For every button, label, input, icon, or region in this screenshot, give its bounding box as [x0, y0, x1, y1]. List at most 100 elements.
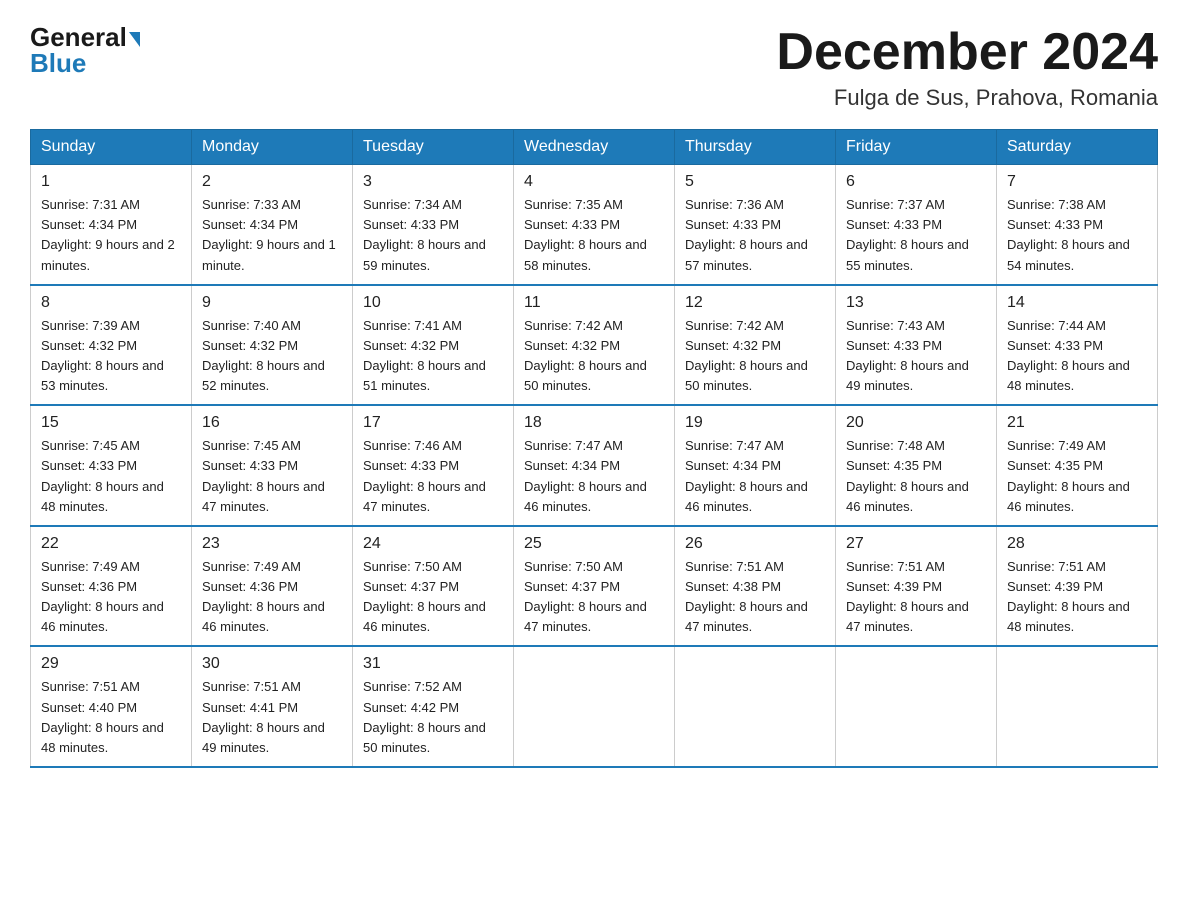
day-info: Sunrise: 7:37 AMSunset: 4:33 PMDaylight:…: [846, 195, 986, 276]
week-row-1: 1 Sunrise: 7:31 AMSunset: 4:34 PMDaylight…: [31, 165, 1158, 285]
calendar-cell: 21 Sunrise: 7:49 AMSunset: 4:35 PMDayligh…: [997, 405, 1158, 526]
day-info: Sunrise: 7:46 AMSunset: 4:33 PMDaylight:…: [363, 436, 503, 517]
calendar-cell: 11 Sunrise: 7:42 AMSunset: 4:32 PMDayligh…: [514, 285, 675, 406]
header-wednesday: Wednesday: [514, 130, 675, 165]
day-info: Sunrise: 7:51 AMSunset: 4:39 PMDaylight:…: [846, 557, 986, 638]
day-number: 5: [685, 173, 825, 191]
day-number: 25: [524, 535, 664, 553]
day-number: 14: [1007, 294, 1147, 312]
calendar-cell: [514, 646, 675, 767]
week-row-2: 8 Sunrise: 7:39 AMSunset: 4:32 PMDaylight…: [31, 285, 1158, 406]
week-row-3: 15 Sunrise: 7:45 AMSunset: 4:33 PMDayligh…: [31, 405, 1158, 526]
header-saturday: Saturday: [997, 130, 1158, 165]
day-number: 26: [685, 535, 825, 553]
calendar-cell: 27 Sunrise: 7:51 AMSunset: 4:39 PMDayligh…: [836, 526, 997, 647]
day-number: 24: [363, 535, 503, 553]
calendar-cell: 30Sunrise: 7:51 AMSunset: 4:41 PMDayligh…: [192, 646, 353, 767]
day-info: Sunrise: 7:51 AMSunset: 4:38 PMDaylight:…: [685, 557, 825, 638]
calendar-cell: 31Sunrise: 7:52 AMSunset: 4:42 PMDayligh…: [353, 646, 514, 767]
calendar-cell: 5 Sunrise: 7:36 AMSunset: 4:33 PMDaylight…: [675, 165, 836, 285]
calendar-cell: 16 Sunrise: 7:45 AMSunset: 4:33 PMDayligh…: [192, 405, 353, 526]
day-info: Sunrise: 7:47 AMSunset: 4:34 PMDaylight:…: [524, 436, 664, 517]
calendar-cell: 24 Sunrise: 7:50 AMSunset: 4:37 PMDayligh…: [353, 526, 514, 647]
calendar-cell: 12Sunrise: 7:42 AMSunset: 4:32 PMDayligh…: [675, 285, 836, 406]
day-info: Sunrise: 7:35 AMSunset: 4:33 PMDaylight:…: [524, 195, 664, 276]
logo-arrow-icon: [129, 32, 140, 47]
day-number: 21: [1007, 414, 1147, 432]
calendar-cell: 20Sunrise: 7:48 AMSunset: 4:35 PMDayligh…: [836, 405, 997, 526]
day-info: Sunrise: 7:38 AMSunset: 4:33 PMDaylight:…: [1007, 195, 1147, 276]
calendar-cell: 14 Sunrise: 7:44 AMSunset: 4:33 PMDayligh…: [997, 285, 1158, 406]
calendar-cell: 23 Sunrise: 7:49 AMSunset: 4:36 PMDayligh…: [192, 526, 353, 647]
day-number: 9: [202, 294, 342, 312]
calendar-subtitle: Fulga de Sus, Prahova, Romania: [776, 85, 1158, 111]
day-info: Sunrise: 7:50 AMSunset: 4:37 PMDaylight:…: [363, 557, 503, 638]
calendar-cell: [836, 646, 997, 767]
logo-blue-text: Blue: [30, 50, 86, 76]
day-number: 13: [846, 294, 986, 312]
calendar-cell: 6 Sunrise: 7:37 AMSunset: 4:33 PMDaylight…: [836, 165, 997, 285]
day-info: Sunrise: 7:45 AMSunset: 4:33 PMDaylight:…: [202, 436, 342, 517]
calendar-cell: 8 Sunrise: 7:39 AMSunset: 4:32 PMDaylight…: [31, 285, 192, 406]
logo-text: General: [30, 24, 140, 50]
logo: General Blue: [30, 24, 140, 76]
week-row-5: 29Sunrise: 7:51 AMSunset: 4:40 PMDayligh…: [31, 646, 1158, 767]
day-number: 1: [41, 173, 181, 191]
day-info: Sunrise: 7:51 AMSunset: 4:41 PMDaylight:…: [202, 677, 342, 758]
day-info: Sunrise: 7:45 AMSunset: 4:33 PMDaylight:…: [41, 436, 181, 517]
day-info: Sunrise: 7:31 AMSunset: 4:34 PMDaylight:…: [41, 195, 181, 276]
calendar-cell: [675, 646, 836, 767]
day-number: 27: [846, 535, 986, 553]
day-number: 12: [685, 294, 825, 312]
calendar-cell: 15 Sunrise: 7:45 AMSunset: 4:33 PMDayligh…: [31, 405, 192, 526]
day-info: Sunrise: 7:34 AMSunset: 4:33 PMDaylight:…: [363, 195, 503, 276]
calendar-cell: 17 Sunrise: 7:46 AMSunset: 4:33 PMDayligh…: [353, 405, 514, 526]
day-number: 7: [1007, 173, 1147, 191]
week-row-4: 22 Sunrise: 7:49 AMSunset: 4:36 PMDayligh…: [31, 526, 1158, 647]
day-number: 11: [524, 294, 664, 312]
calendar-cell: 13Sunrise: 7:43 AMSunset: 4:33 PMDayligh…: [836, 285, 997, 406]
calendar-table: SundayMondayTuesdayWednesdayThursdayFrid…: [30, 129, 1158, 768]
day-info: Sunrise: 7:39 AMSunset: 4:32 PMDaylight:…: [41, 316, 181, 397]
day-number: 6: [846, 173, 986, 191]
calendar-cell: 4 Sunrise: 7:35 AMSunset: 4:33 PMDaylight…: [514, 165, 675, 285]
calendar-cell: 22Sunrise: 7:49 AMSunset: 4:36 PMDayligh…: [31, 526, 192, 647]
day-info: Sunrise: 7:51 AMSunset: 4:39 PMDaylight:…: [1007, 557, 1147, 638]
day-number: 17: [363, 414, 503, 432]
day-number: 22: [41, 535, 181, 553]
day-info: Sunrise: 7:36 AMSunset: 4:33 PMDaylight:…: [685, 195, 825, 276]
day-number: 16: [202, 414, 342, 432]
day-info: Sunrise: 7:49 AMSunset: 4:35 PMDaylight:…: [1007, 436, 1147, 517]
calendar-cell: 28 Sunrise: 7:51 AMSunset: 4:39 PMDayligh…: [997, 526, 1158, 647]
header-tuesday: Tuesday: [353, 130, 514, 165]
day-info: Sunrise: 7:42 AMSunset: 4:32 PMDaylight:…: [524, 316, 664, 397]
day-number: 10: [363, 294, 503, 312]
title-block: December 2024 Fulga de Sus, Prahova, Rom…: [776, 24, 1158, 111]
header-row: SundayMondayTuesdayWednesdayThursdayFrid…: [31, 130, 1158, 165]
calendar-cell: 19Sunrise: 7:47 AMSunset: 4:34 PMDayligh…: [675, 405, 836, 526]
day-number: 2: [202, 173, 342, 191]
day-info: Sunrise: 7:50 AMSunset: 4:37 PMDaylight:…: [524, 557, 664, 638]
header-sunday: Sunday: [31, 130, 192, 165]
calendar-cell: 25 Sunrise: 7:50 AMSunset: 4:37 PMDayligh…: [514, 526, 675, 647]
day-number: 23: [202, 535, 342, 553]
day-info: Sunrise: 7:47 AMSunset: 4:34 PMDaylight:…: [685, 436, 825, 517]
day-info: Sunrise: 7:44 AMSunset: 4:33 PMDaylight:…: [1007, 316, 1147, 397]
day-number: 8: [41, 294, 181, 312]
day-number: 28: [1007, 535, 1147, 553]
calendar-cell: 3 Sunrise: 7:34 AMSunset: 4:33 PMDaylight…: [353, 165, 514, 285]
header-monday: Monday: [192, 130, 353, 165]
day-number: 3: [363, 173, 503, 191]
calendar-cell: 1 Sunrise: 7:31 AMSunset: 4:34 PMDaylight…: [31, 165, 192, 285]
calendar-cell: 18Sunrise: 7:47 AMSunset: 4:34 PMDayligh…: [514, 405, 675, 526]
day-number: 29: [41, 655, 181, 673]
day-number: 4: [524, 173, 664, 191]
calendar-cell: 26 Sunrise: 7:51 AMSunset: 4:38 PMDayligh…: [675, 526, 836, 647]
day-number: 15: [41, 414, 181, 432]
calendar-title: December 2024: [776, 24, 1158, 81]
day-info: Sunrise: 7:49 AMSunset: 4:36 PMDaylight:…: [202, 557, 342, 638]
calendar-cell: 9Sunrise: 7:40 AMSunset: 4:32 PMDaylight…: [192, 285, 353, 406]
calendar-cell: 2Sunrise: 7:33 AMSunset: 4:34 PMDaylight…: [192, 165, 353, 285]
day-info: Sunrise: 7:41 AMSunset: 4:32 PMDaylight:…: [363, 316, 503, 397]
calendar-cell: [997, 646, 1158, 767]
